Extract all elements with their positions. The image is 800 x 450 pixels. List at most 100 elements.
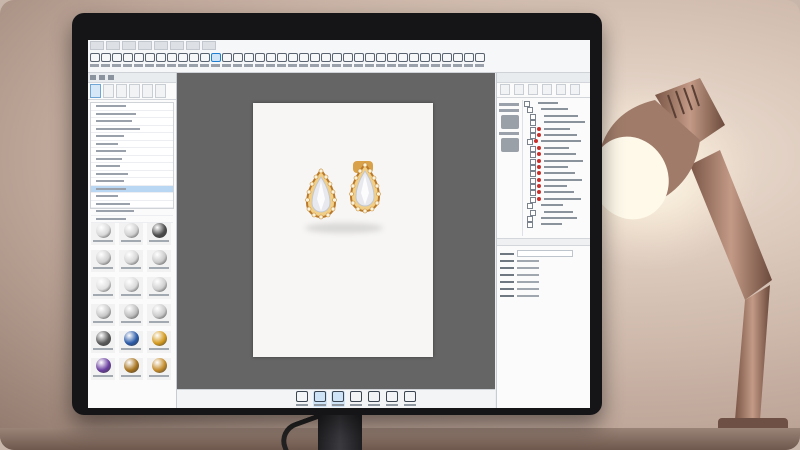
ribbon-tool-icon[interactable] [210, 53, 221, 67]
material-category-item[interactable] [91, 141, 173, 148]
ribbon-tool-icon[interactable] [353, 53, 364, 67]
library-tab[interactable] [103, 84, 114, 98]
material-thumbnail[interactable] [91, 250, 115, 272]
ribbon-tool-icon[interactable] [364, 53, 375, 67]
ribbon-tool-icon[interactable] [221, 53, 232, 67]
material-thumbnail[interactable] [119, 304, 143, 326]
render-viewport[interactable] [177, 73, 495, 389]
ribbon-tool-icon[interactable] [397, 53, 408, 67]
material-thumbnail[interactable] [147, 331, 171, 353]
ribbon-tool-icon[interactable] [474, 53, 485, 67]
material-category-item[interactable] [91, 126, 173, 133]
ribbon-tool-icon[interactable] [243, 53, 254, 67]
ribbon-tool-icon[interactable] [408, 53, 419, 67]
material-category-item[interactable] [91, 156, 173, 163]
render-view-button[interactable] [313, 391, 327, 407]
ribbon-tool-icon[interactable] [188, 53, 199, 67]
material-category-item[interactable] [91, 193, 173, 201]
material-category-item[interactable] [91, 201, 173, 208]
material-thumbnail[interactable] [147, 250, 171, 272]
ribbon-tool-icon[interactable] [166, 53, 177, 67]
library-tab[interactable] [155, 84, 166, 98]
ribbon-tool-icon[interactable] [430, 53, 441, 67]
ribbon-tool-icon[interactable] [320, 53, 331, 67]
material-thumbnail[interactable] [91, 277, 115, 299]
library-tab[interactable] [116, 84, 127, 98]
render-canvas [253, 103, 433, 357]
photo-scene [0, 0, 800, 450]
tab-scene[interactable] [500, 84, 510, 95]
tab-camera[interactable] [528, 84, 538, 95]
ribbon-tool-icon[interactable] [276, 53, 287, 67]
tab-lighting[interactable] [570, 84, 580, 95]
material-thumbnail[interactable] [91, 358, 115, 380]
material-category-item[interactable] [91, 208, 173, 216]
ribbon-tool-icon[interactable] [298, 53, 309, 67]
ribbon-tool-icon[interactable] [265, 53, 276, 67]
material-thumbnail[interactable] [119, 223, 143, 245]
scene-tree-row[interactable] [524, 221, 588, 229]
material-thumbnail[interactable] [119, 277, 143, 299]
ribbon-tool-icon[interactable] [177, 53, 188, 67]
material-thumbnail[interactable] [119, 331, 143, 353]
material-thumbnail[interactable] [91, 223, 115, 245]
panel-splitter[interactable] [497, 238, 590, 246]
animation-button[interactable] [349, 391, 363, 407]
ribbon-tool-icon[interactable] [89, 53, 100, 67]
material-category-item[interactable] [91, 148, 173, 156]
ribbon-tool-icon[interactable] [441, 53, 452, 67]
screenshot-button[interactable] [403, 391, 417, 407]
tab-environment[interactable] [514, 84, 524, 95]
configurator-button[interactable] [367, 391, 381, 407]
name-field[interactable] [517, 250, 573, 257]
material-category-item[interactable] [91, 133, 173, 141]
ribbon-tool-icon[interactable] [386, 53, 397, 67]
ribbon-tool-icon[interactable] [111, 53, 122, 67]
ribbon-tool-icon[interactable] [144, 53, 155, 67]
material-category-item[interactable] [91, 163, 173, 171]
material-category-item[interactable] [91, 103, 173, 111]
library-tab[interactable] [90, 84, 101, 98]
camera-thumbnail[interactable] [501, 115, 519, 129]
material-thumbnail[interactable] [147, 358, 171, 380]
ribbon-tool-icon[interactable] [287, 53, 298, 67]
material-thumbnail[interactable] [91, 331, 115, 353]
ribbon-tool-icon[interactable] [452, 53, 463, 67]
ribbon-tool-icon[interactable] [463, 53, 474, 67]
material-thumbnail[interactable] [147, 304, 171, 326]
ribbon-tool-icon[interactable] [331, 53, 342, 67]
material-thumbnail[interactable] [147, 223, 171, 245]
panel-header [497, 73, 590, 83]
ribbon-tool-icon[interactable] [419, 53, 430, 67]
ribbon-tool-icon[interactable] [375, 53, 386, 67]
material-thumbnail[interactable] [147, 277, 171, 299]
material-category-item[interactable] [91, 216, 173, 223]
material-category-item[interactable] [91, 185, 173, 193]
prop-row [500, 292, 588, 299]
select-tool-button[interactable] [295, 391, 309, 407]
material-category-item[interactable] [91, 118, 173, 126]
tab-image[interactable] [542, 84, 552, 95]
ribbon-tool-icon[interactable] [133, 53, 144, 67]
ribbon-tool-icon[interactable] [100, 53, 111, 67]
material-thumbnail[interactable] [119, 358, 143, 380]
material-thumbnail[interactable] [91, 304, 115, 326]
ribbon-tool-icon[interactable] [155, 53, 166, 67]
material-category-item[interactable] [91, 178, 173, 186]
ribbon-tool-icon[interactable] [254, 53, 265, 67]
ribbon-tool-icon[interactable] [342, 53, 353, 67]
ribbon-tool-icon[interactable] [309, 53, 320, 67]
ribbon-tool-icon[interactable] [232, 53, 243, 67]
ribbon-tool-icon[interactable] [199, 53, 210, 67]
project-view-button[interactable] [331, 391, 345, 407]
material-category-item[interactable] [91, 171, 173, 178]
library-tab[interactable] [129, 84, 140, 98]
ribbon-tool-icon[interactable] [122, 53, 133, 67]
library-tab[interactable] [142, 84, 153, 98]
material-category-item[interactable] [91, 111, 173, 118]
camera-thumbnail[interactable] [501, 138, 519, 152]
material-thumbnail[interactable] [119, 250, 143, 272]
tab-materials[interactable] [556, 84, 566, 95]
toolbox-button[interactable] [385, 391, 399, 407]
ribbon-icons [89, 49, 485, 71]
